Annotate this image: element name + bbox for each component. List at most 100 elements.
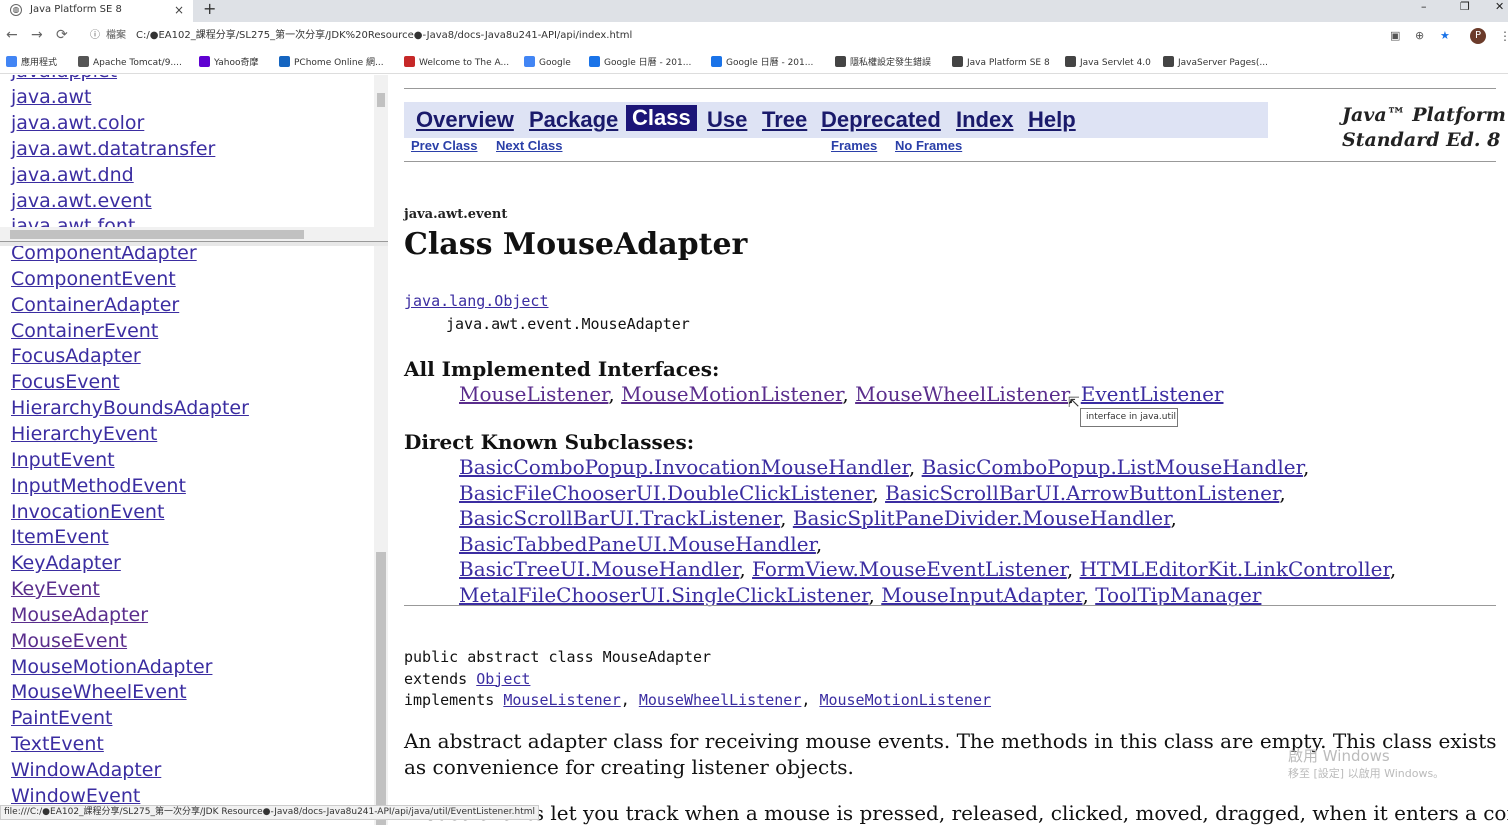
- next-class-link[interactable]: Next Class: [496, 138, 562, 153]
- browser-tab[interactable]: ◍ Java Platform SE 8 ×: [0, 0, 193, 22]
- nav-use[interactable]: Use: [707, 107, 747, 133]
- bookmark-item[interactable]: Apache Tomcat/9....: [78, 56, 182, 70]
- decl-interface-link[interactable]: MouseListener: [503, 691, 620, 709]
- bookmark-star-icon[interactable]: ★: [1440, 29, 1450, 42]
- class-link[interactable]: InputEvent: [11, 449, 115, 471]
- bookmark-item[interactable]: 應用程式: [6, 56, 57, 70]
- class-link[interactable]: InvocationEvent: [11, 501, 164, 523]
- profile-avatar[interactable]: P: [1470, 28, 1486, 44]
- bookmark-item[interactable]: 隱私權設定發生錯誤: [835, 56, 931, 70]
- interface-link[interactable]: MouseWheelListener: [855, 382, 1068, 406]
- nav-package[interactable]: Package: [529, 107, 618, 133]
- subclass-link[interactable]: ToolTipManager: [1095, 583, 1261, 607]
- package-horizontal-scrollbar[interactable]: [0, 227, 388, 241]
- class-link[interactable]: InputMethodEvent: [11, 475, 186, 497]
- decl-interface-link[interactable]: MouseWheelListener: [639, 691, 802, 709]
- reload-icon[interactable]: ⟳: [56, 27, 68, 43]
- class-link[interactable]: TextEvent: [11, 733, 104, 755]
- interface-link[interactable]: EventListener: [1081, 382, 1224, 406]
- no-frames-link[interactable]: No Frames: [895, 138, 962, 153]
- subclass-link[interactable]: BasicFileChooserUI.DoubleClickListener: [459, 481, 872, 505]
- subclass-link[interactable]: FormView.MouseEventListener: [752, 557, 1067, 581]
- package-vertical-scrollbar[interactable]: [374, 75, 388, 227]
- nav-help[interactable]: Help: [1028, 107, 1076, 133]
- subclass-link[interactable]: BasicScrollBarUI.ArrowButtonListener: [885, 481, 1279, 505]
- class-link[interactable]: MouseAdapter: [11, 604, 148, 626]
- package-link[interactable]: java.awt.font: [11, 215, 135, 227]
- prev-class-link[interactable]: Prev Class: [411, 138, 478, 153]
- decl-object-link[interactable]: Object: [476, 670, 530, 688]
- scrollbar-thumb[interactable]: [10, 230, 304, 239]
- tab-close-icon[interactable]: ×: [174, 0, 184, 20]
- nav-tree[interactable]: Tree: [762, 107, 807, 133]
- class-link[interactable]: WindowEvent: [11, 785, 140, 807]
- bookmark-item[interactable]: Java Servlet 4.0: [1065, 56, 1151, 70]
- scrollbar-thumb[interactable]: [377, 93, 385, 107]
- nav-index[interactable]: Index: [956, 107, 1013, 133]
- class-link[interactable]: FocusAdapter: [11, 345, 141, 367]
- close-window-button[interactable]: ✕: [1495, 1, 1504, 13]
- subclass-link[interactable]: BasicTabbedPaneUI.MouseHandler: [459, 532, 816, 556]
- class-link[interactable]: MouseWheelEvent: [11, 681, 187, 703]
- new-tab-button[interactable]: +: [203, 0, 216, 18]
- class-link[interactable]: ContainerEvent: [11, 320, 158, 342]
- menu-icon[interactable]: ⋮: [1499, 29, 1508, 43]
- class-link[interactable]: KeyEvent: [11, 578, 100, 600]
- subclass-link[interactable]: MouseInputAdapter: [881, 583, 1082, 607]
- bookmark-item[interactable]: Welcome to The A...: [404, 56, 509, 70]
- bookmark-item[interactable]: Google 日曆 - 201...: [589, 56, 691, 70]
- bookmark-item[interactable]: JavaServer Pages(...: [1163, 56, 1268, 70]
- frames-link[interactable]: Frames: [831, 138, 877, 153]
- back-icon[interactable]: ←: [6, 27, 18, 43]
- class-link[interactable]: MouseMotionAdapter: [11, 656, 212, 678]
- status-bar-url: file:///C:/●EA102_課程分享/SL275_第一次分享/JDK R…: [0, 805, 540, 820]
- package-link[interactable]: java.applet: [11, 75, 117, 82]
- class-vertical-scrollbar[interactable]: [374, 246, 388, 825]
- subclass-link[interactable]: BasicSplitPaneDivider.MouseHandler: [793, 506, 1171, 530]
- subclass-link[interactable]: MetalFileChooserUI.SingleClickListener: [459, 583, 869, 607]
- class-link[interactable]: WindowAdapter: [11, 759, 161, 781]
- class-link[interactable]: PaintEvent: [11, 707, 112, 729]
- class-link[interactable]: ItemEvent: [11, 526, 109, 548]
- decl-interface-link[interactable]: MouseMotionListener: [819, 691, 991, 709]
- class-link[interactable]: ComponentEvent: [11, 268, 176, 290]
- nav-overview[interactable]: Overview: [416, 107, 514, 133]
- package-link[interactable]: java.awt.datatransfer: [11, 138, 215, 160]
- class-link[interactable]: FocusEvent: [11, 371, 120, 393]
- address-url[interactable]: C:/●EA102_課程分享/SL275_第一次分享/JDK%20Resourc…: [136, 30, 632, 41]
- class-link[interactable]: ComponentAdapter: [11, 246, 197, 264]
- nav-deprecated[interactable]: Deprecated: [821, 107, 941, 133]
- info-icon[interactable]: ⓘ: [90, 30, 100, 41]
- class-link[interactable]: KeyAdapter: [11, 552, 121, 574]
- zoom-icon[interactable]: ⊕: [1415, 29, 1424, 42]
- bookmark-label: PChome Online 網...: [294, 58, 384, 68]
- translate-icon[interactable]: ▣: [1390, 29, 1400, 42]
- subclass-link[interactable]: HTMLEditorKit.LinkController: [1080, 557, 1390, 581]
- forward-icon[interactable]: →: [31, 27, 43, 43]
- address-bar[interactable]: ⓘ 檔案 C:/●EA102_課程分享/SL275_第一次分享/JDK%20Reso…: [82, 25, 1412, 47]
- package-link[interactable]: java.awt: [11, 86, 91, 108]
- maximize-button[interactable]: ❐: [1460, 1, 1470, 13]
- package-link[interactable]: java.awt.dnd: [11, 164, 134, 186]
- interface-link[interactable]: MouseListener: [459, 382, 608, 406]
- subclass-link[interactable]: BasicTreeUI.MouseHandler: [459, 557, 739, 581]
- class-link[interactable]: HierarchyEvent: [11, 423, 157, 445]
- package-link[interactable]: java.awt.color: [11, 112, 144, 134]
- bookmark-item[interactable]: Google: [524, 56, 571, 70]
- class-link[interactable]: HierarchyBoundsAdapter: [11, 397, 249, 419]
- bookmark-item[interactable]: Yahoo奇摩: [199, 56, 259, 70]
- object-link[interactable]: java.lang.Object: [404, 292, 549, 310]
- interface-link[interactable]: MouseMotionListener: [621, 382, 842, 406]
- bookmark-item[interactable]: Java Platform SE 8: [952, 56, 1050, 70]
- bookmark-item[interactable]: PChome Online 網...: [279, 56, 384, 70]
- subclass-link[interactable]: BasicComboPopup.ListMouseHandler: [922, 455, 1303, 479]
- subclass-link[interactable]: BasicComboPopup.InvocationMouseHandler: [459, 455, 909, 479]
- class-link[interactable]: MouseEvent: [11, 630, 127, 652]
- bookmark-item[interactable]: Google 日曆 - 201...: [711, 56, 813, 70]
- minimize-button[interactable]: –: [1421, 1, 1427, 13]
- scrollbar-thumb[interactable]: [376, 552, 386, 825]
- class-link[interactable]: ContainerAdapter: [11, 294, 179, 316]
- package-link[interactable]: java.awt.event: [11, 190, 152, 212]
- subclass-link[interactable]: BasicScrollBarUI.TrackListener: [459, 506, 780, 530]
- implemented-interfaces-heading: All Implemented Interfaces:: [404, 357, 720, 381]
